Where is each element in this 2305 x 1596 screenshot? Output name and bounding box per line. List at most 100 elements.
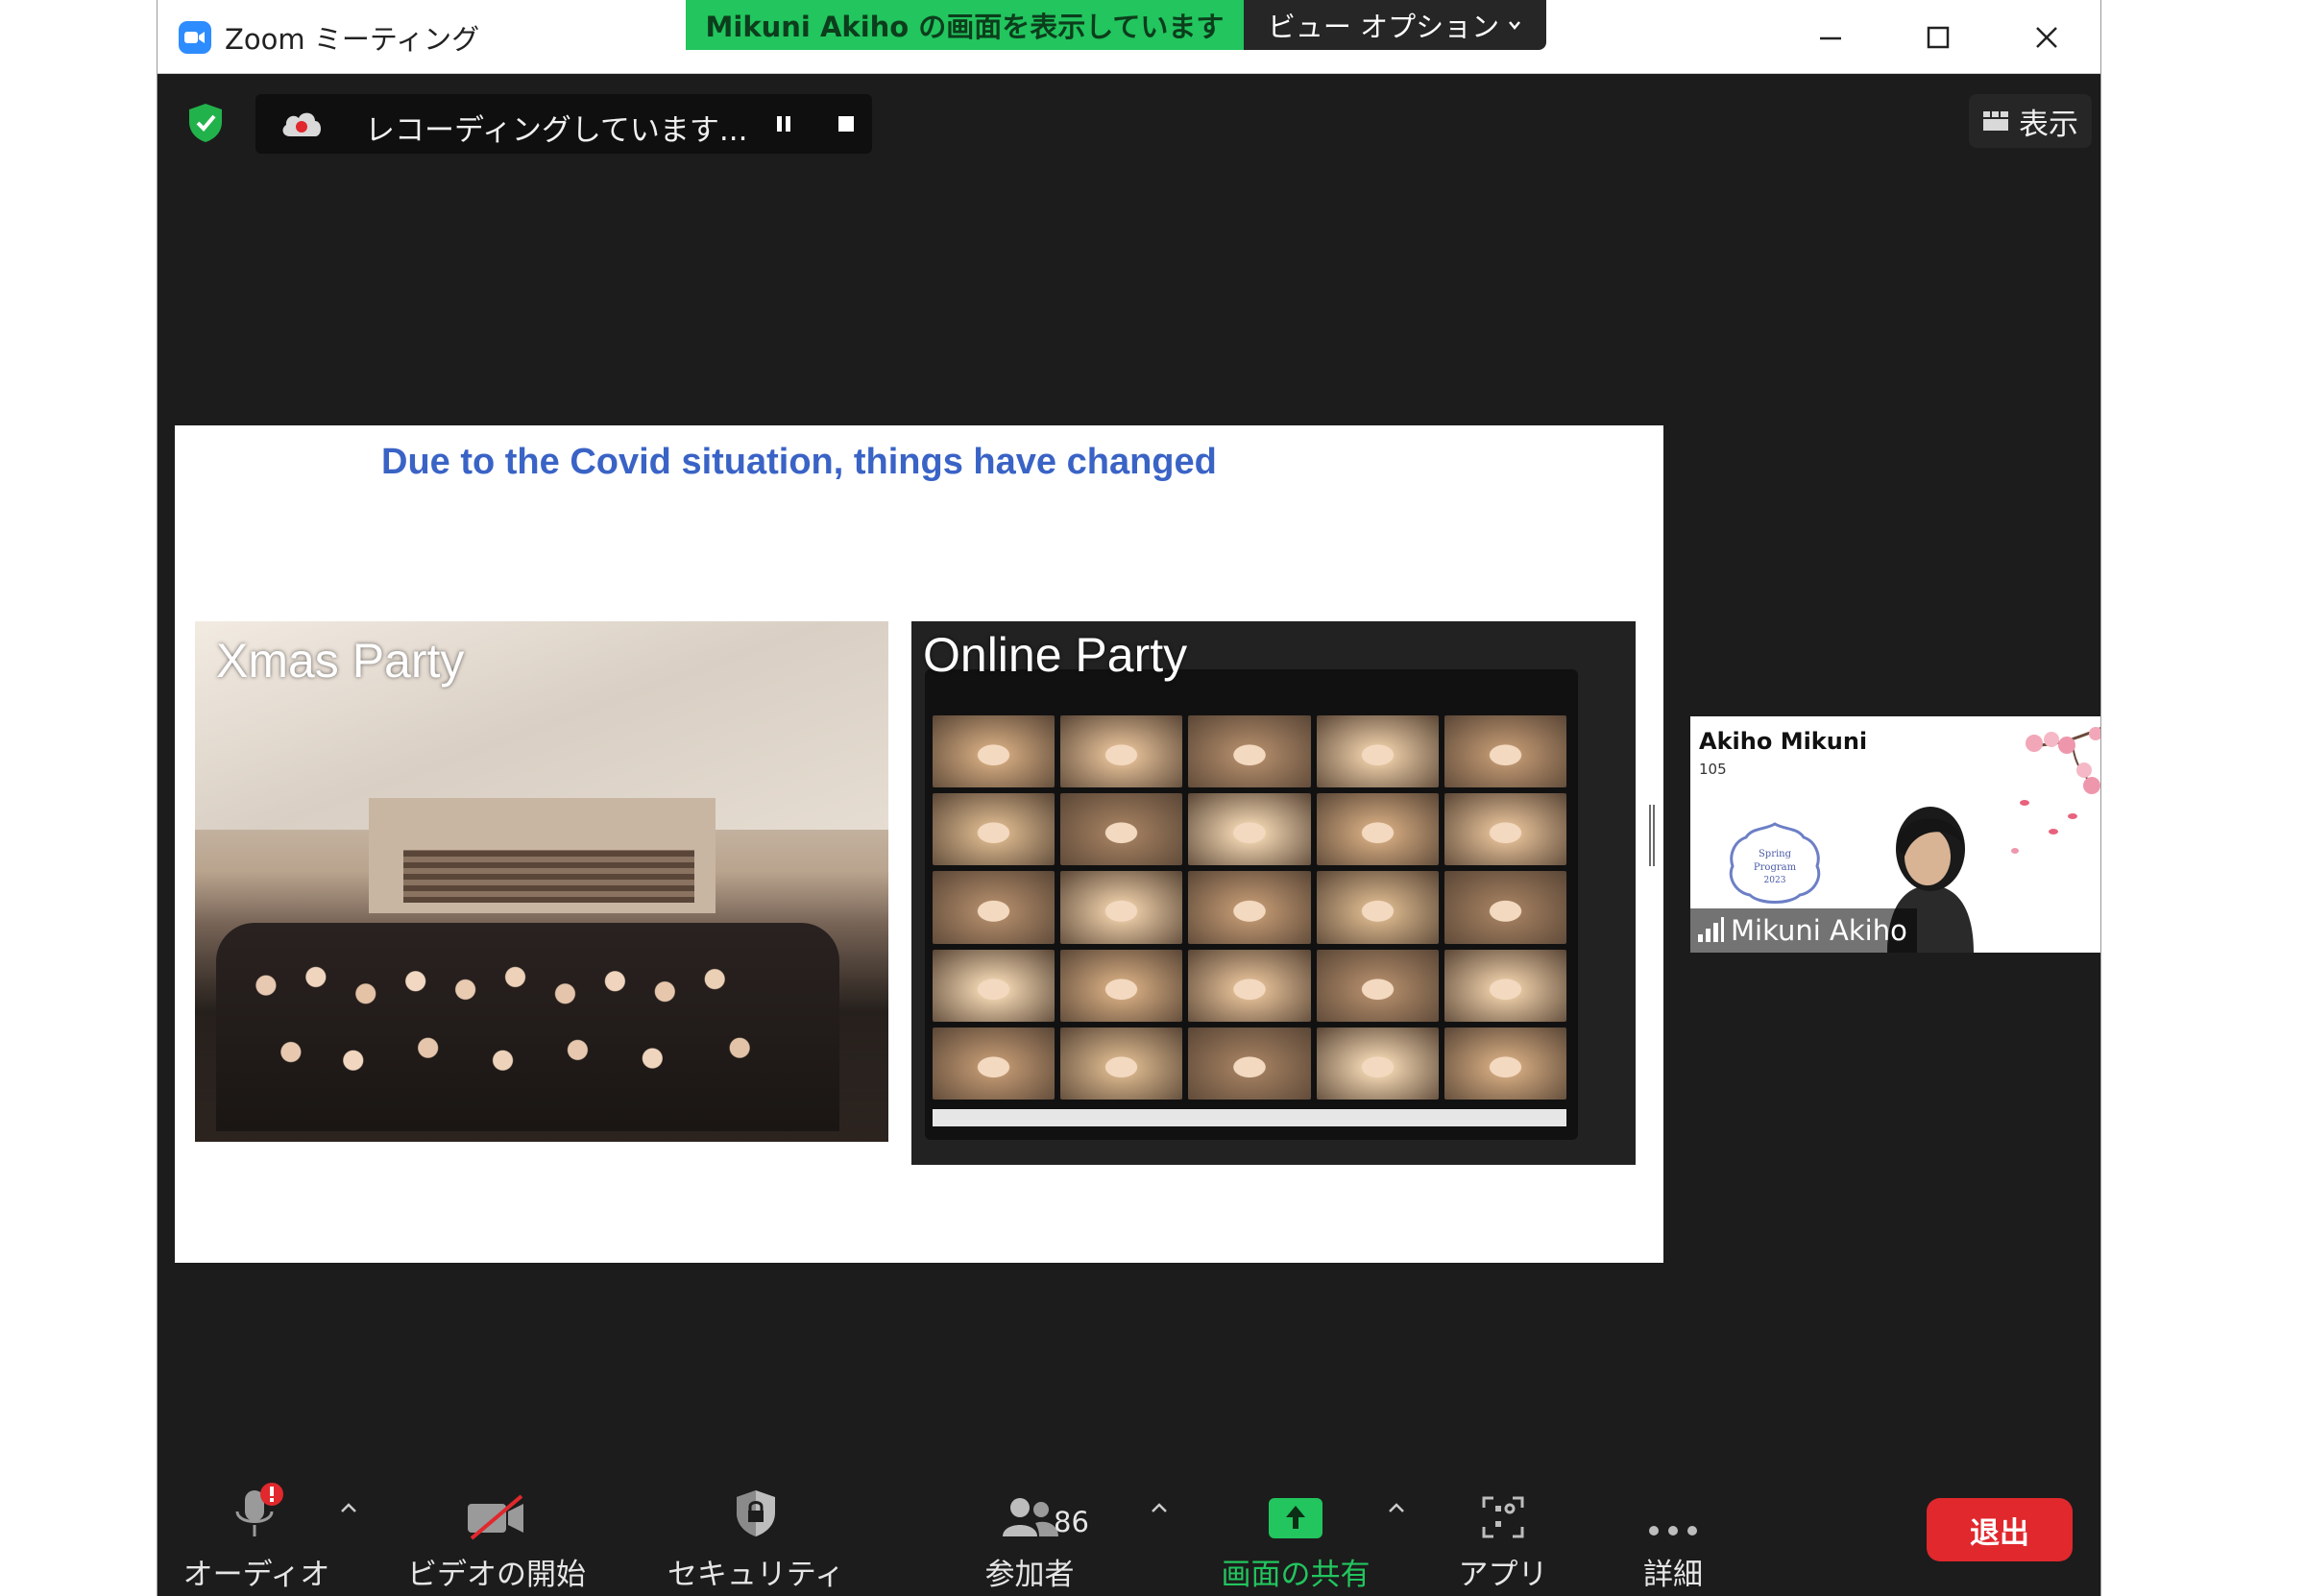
gallery-cell: [1188, 715, 1311, 788]
chevron-up-icon: [1389, 1503, 1404, 1512]
close-icon: [2036, 27, 2057, 48]
badge-line2: Program: [1754, 862, 1797, 873]
security-button[interactable]: セキュリティ: [667, 1479, 844, 1593]
meeting-toolbar: オーディオ ビデオの開始 セキュリティ 86 参加者 画面の共有 アプリ 詳細 …: [158, 1454, 2100, 1596]
cherry-blossom-decoration: [2011, 727, 2100, 854]
share-options-caret[interactable]: [1383, 1494, 1410, 1521]
gallery-cell: [1060, 949, 1183, 1022]
shared-screen-slide: Due to the Covid situation, things have …: [175, 425, 1663, 1263]
more-dots-icon: [1649, 1526, 1697, 1536]
share-screen-label: 画面の共有: [1221, 1558, 1371, 1592]
apps-button[interactable]: アプリ: [1450, 1479, 1556, 1593]
badge-line1: Spring: [1759, 849, 1792, 859]
participant-video-tile[interactable]: Akiho Mikuni 105 Spring Program 2023 Mik…: [1690, 716, 2100, 953]
participants-label: 参加者: [984, 1558, 1075, 1592]
tile-header-sub: 105: [1699, 761, 1727, 778]
badge-line3: 2023: [1764, 876, 1786, 885]
hall-curtain: [402, 850, 694, 903]
audio-button[interactable]: オーディオ: [183, 1479, 329, 1593]
stop-recording-button[interactable]: [832, 109, 861, 138]
view-options-label: ビュー オプション: [1267, 11, 1500, 43]
zoom-meeting-window: Zoom ミーティング Mikuni Akiho の画面を表示しています ビュー…: [157, 0, 2101, 1596]
video-off-icon: [468, 1494, 523, 1540]
cloud-recording-icon: [279, 106, 325, 146]
participants-count: 86: [1054, 1506, 1089, 1538]
close-button[interactable]: [2023, 13, 2071, 61]
participant-name-tag: Mikuni Akiho: [1690, 908, 1917, 953]
gallery-cell: [1316, 871, 1439, 944]
gallery-cell: [1316, 949, 1439, 1022]
apps-icon: [1482, 1496, 1524, 1538]
gallery-cell: [1060, 871, 1183, 944]
pause-icon: [777, 116, 790, 132]
online-party-label: Online Party: [923, 628, 1188, 682]
gallery-cell: [1188, 949, 1311, 1022]
window-title: Zoom ミーティング: [225, 23, 480, 56]
gallery-cell: [1188, 871, 1311, 944]
leave-meeting-button[interactable]: 退出: [1927, 1498, 2073, 1561]
xmas-party-label: Xmas Party: [216, 634, 465, 688]
start-video-label: ビデオの開始: [407, 1558, 586, 1592]
grid-view-icon: [1983, 111, 2008, 131]
gallery-cell: [1444, 1027, 1566, 1100]
xmas-party-photo: Xmas Party: [195, 621, 888, 1142]
view-label: 表示: [2019, 107, 2078, 142]
gallery-cell: [933, 793, 1055, 866]
gallery-cell: [1060, 1027, 1183, 1100]
security-shield-icon: [737, 1490, 775, 1536]
gallery-cell: [1316, 1027, 1439, 1100]
zoom-logo-icon: [179, 21, 211, 54]
start-video-button[interactable]: ビデオの開始: [405, 1479, 588, 1593]
gallery-cell: [1444, 871, 1566, 944]
panel-resize-handle[interactable]: [1649, 805, 1655, 866]
participants-icon: [1003, 1498, 1058, 1536]
signal-strength-icon: [1698, 917, 1724, 942]
gallery-cell: [1316, 793, 1439, 866]
monitor-screen: [925, 669, 1578, 1140]
audio-options-caret[interactable]: [335, 1494, 362, 1521]
chevron-down-icon: [1509, 21, 1521, 30]
microphone-muted-icon: [235, 1483, 283, 1536]
title-bar: Zoom ミーティング Mikuni Akiho の画面を表示しています ビュー…: [158, 0, 2100, 74]
video-gallery-grid: [933, 715, 1566, 1100]
chevron-up-icon: [341, 1503, 356, 1512]
share-screen-button[interactable]: 画面の共有: [1214, 1479, 1377, 1593]
maximize-icon: [1927, 26, 1950, 49]
spring-program-badge: Spring Program 2023: [1729, 822, 1821, 904]
gallery-cell: [1188, 793, 1311, 866]
recording-status-text: レコーディングしています...: [365, 113, 748, 148]
gallery-cell: [1060, 715, 1183, 788]
screen-share-banner: Mikuni Akiho の画面を表示しています: [686, 0, 1244, 50]
security-label: セキュリティ: [667, 1558, 845, 1592]
gallery-cell: [1444, 949, 1566, 1022]
gallery-cell: [933, 715, 1055, 788]
pause-recording-button[interactable]: [769, 109, 798, 138]
share-screen-icon: [1269, 1498, 1322, 1538]
more-label: 詳細: [1643, 1558, 1703, 1592]
participants-button[interactable]: 86 参加者: [967, 1479, 1092, 1593]
gallery-cell: [933, 871, 1055, 944]
minimize-button[interactable]: [1807, 13, 1855, 61]
participants-options-caret[interactable]: [1146, 1494, 1173, 1521]
tile-header-name: Akiho Mikuni: [1699, 728, 1868, 755]
taskbar: [933, 1109, 1566, 1126]
audio-label: オーディオ: [182, 1558, 330, 1592]
recording-indicator: レコーディングしています...: [255, 94, 872, 154]
stop-icon: [838, 116, 854, 132]
chevron-up-icon: [1152, 1503, 1167, 1512]
gallery-cell: [1188, 1027, 1311, 1100]
view-button[interactable]: 表示: [1969, 94, 2092, 148]
minimize-icon: [1820, 36, 1841, 40]
maximize-button[interactable]: [1914, 13, 1962, 61]
gallery-cell: [933, 949, 1055, 1022]
more-button[interactable]: 詳細: [1625, 1479, 1721, 1593]
gallery-cell: [933, 1027, 1055, 1100]
gallery-cell: [1444, 715, 1566, 788]
gallery-cell: [1060, 793, 1183, 866]
group-crowd: [215, 923, 840, 1132]
gallery-cell: [1316, 715, 1439, 788]
view-options-button[interactable]: ビュー オプション: [1244, 0, 1546, 50]
gallery-cell: [1444, 793, 1566, 866]
encryption-shield-icon[interactable]: [186, 102, 225, 148]
online-party-photo: Online Party: [911, 621, 1636, 1165]
